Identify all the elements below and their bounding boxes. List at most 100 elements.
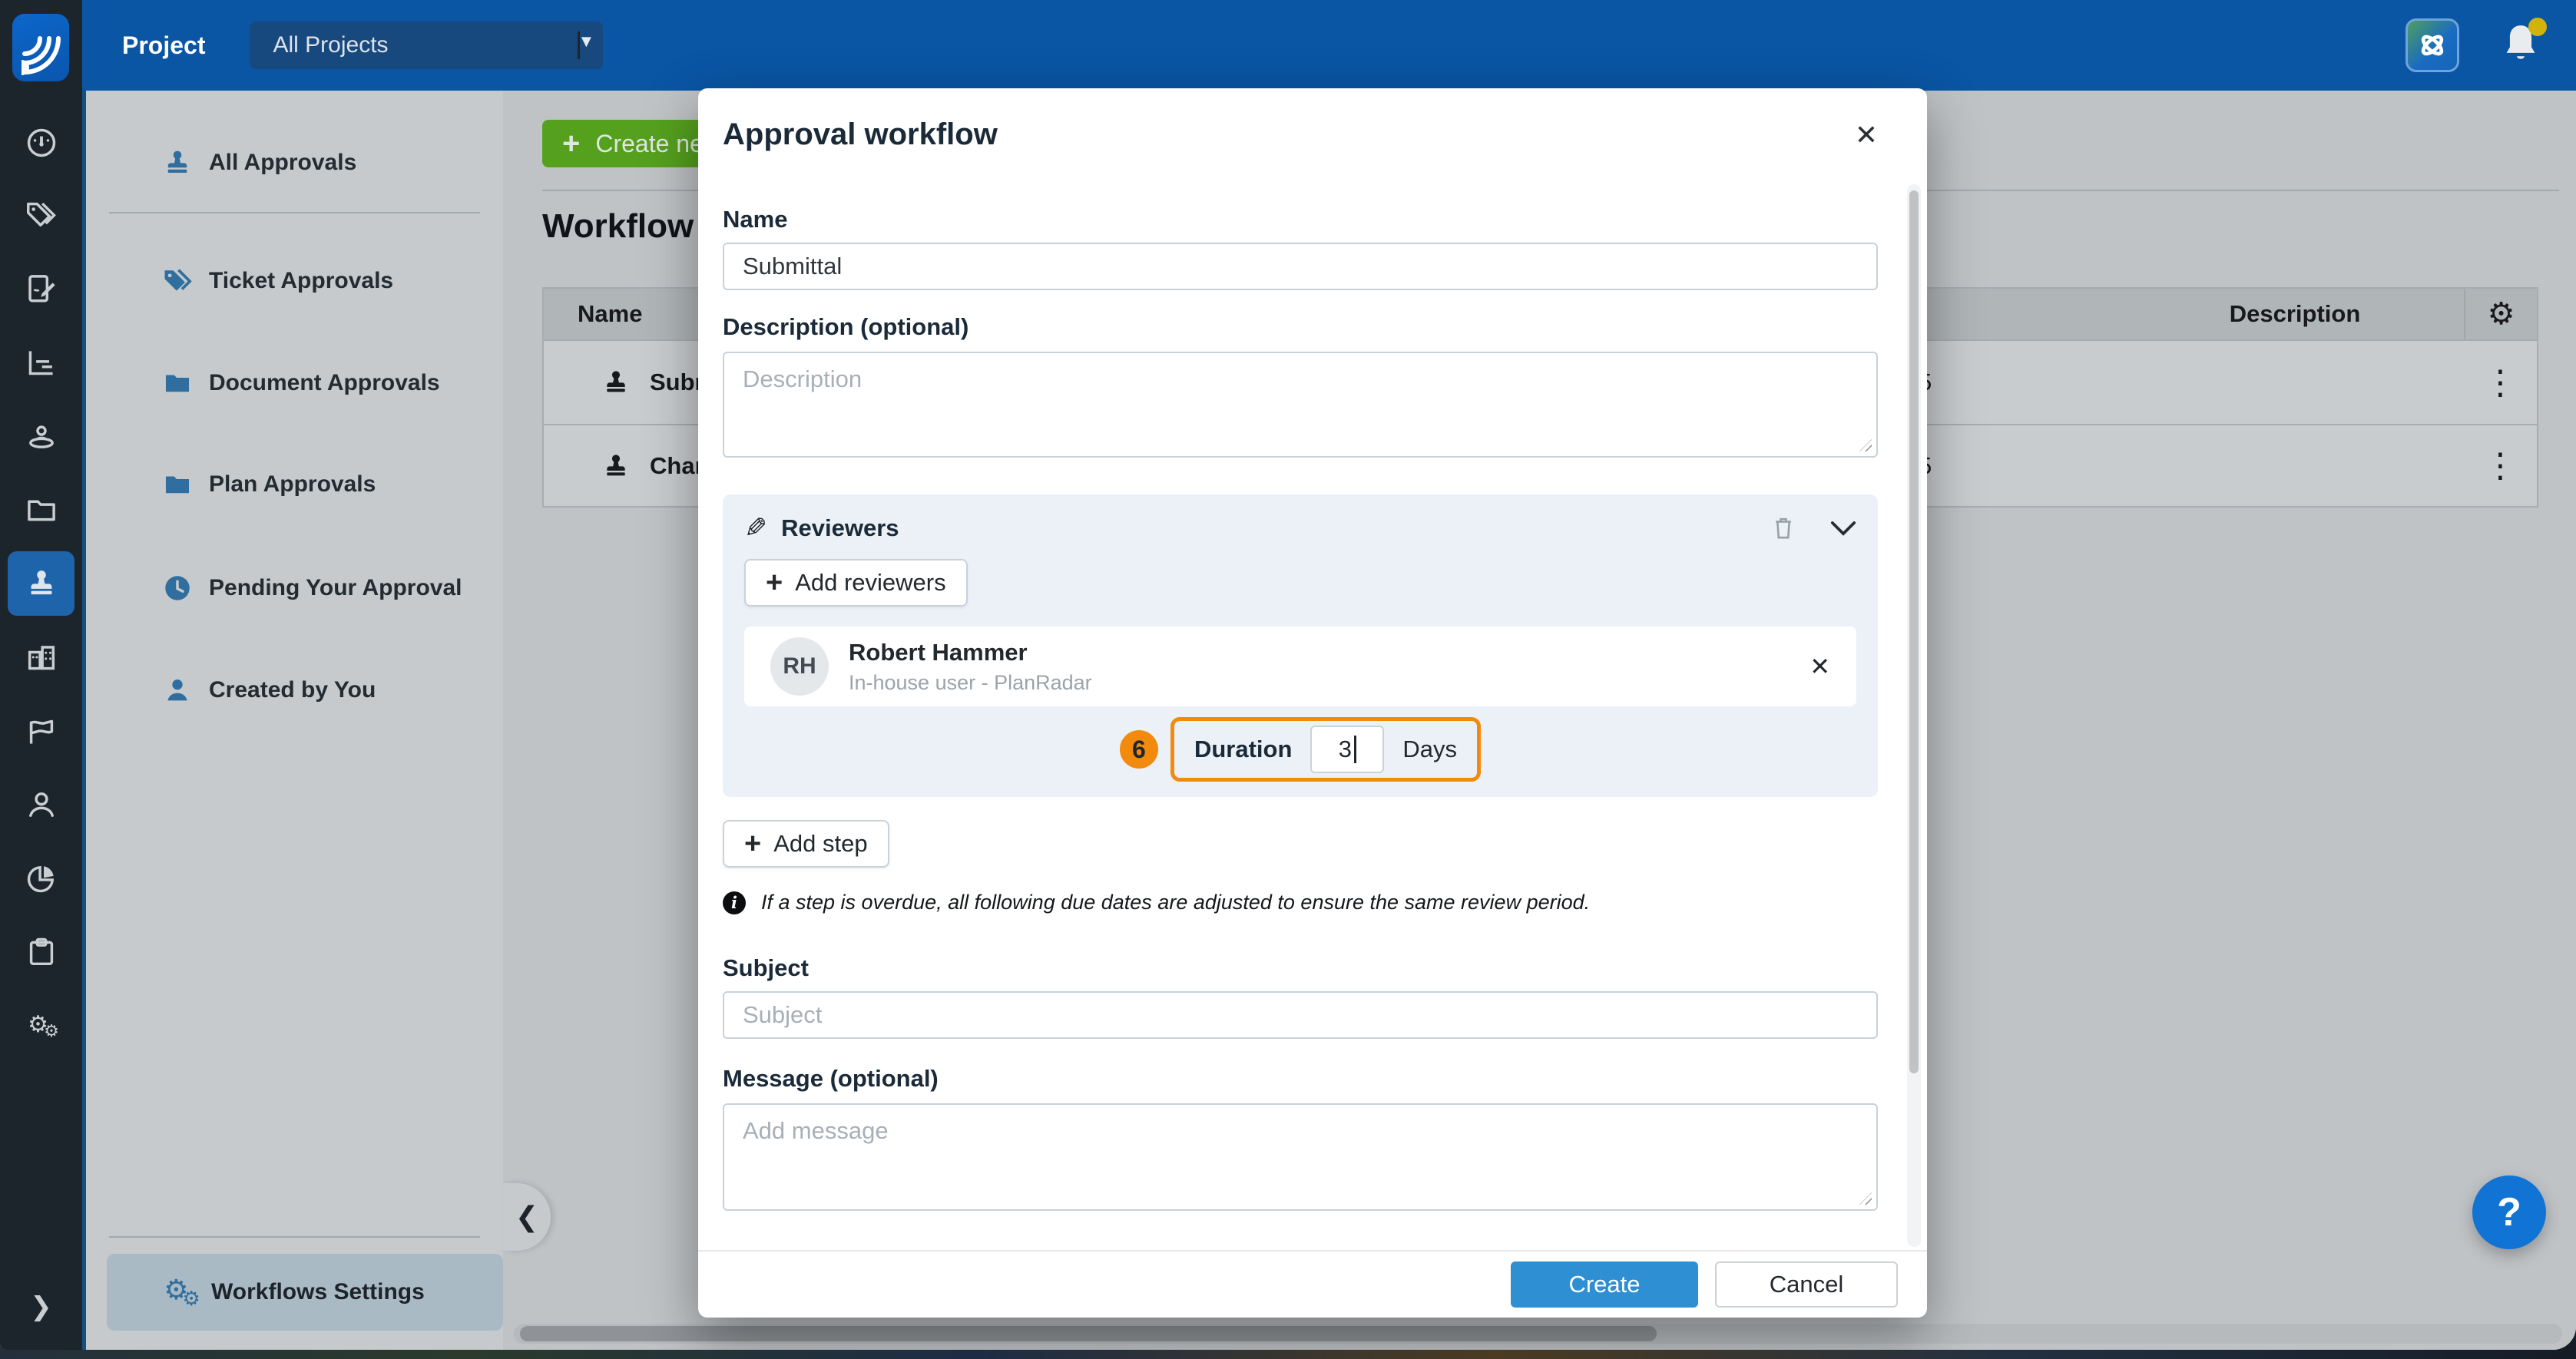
folder-icon — [24, 492, 59, 527]
sidebar-item-ticket-approvals[interactable]: Ticket Approvals — [86, 249, 503, 313]
modal-header: Approval workflow ✕ — [698, 88, 1927, 178]
clipboard-icon — [24, 934, 59, 970]
duration-unit: Days — [1402, 736, 1457, 763]
knot-icon — [2415, 28, 2449, 62]
description-label: Description (optional) — [723, 313, 1878, 341]
close-icon[interactable]: ✕ — [1855, 121, 1878, 149]
sidebar-item-created-by-you[interactable]: Created by You — [86, 658, 503, 722]
pencil-icon[interactable]: ✎ — [744, 512, 767, 544]
stamp-icon — [601, 451, 631, 481]
sidebar-item-document-approvals[interactable]: Document Approvals — [86, 351, 503, 415]
sidebar-divider — [109, 1236, 480, 1238]
reviewers-step-panel: ✎ Reviewers + Add reviewers — [723, 494, 1878, 797]
duration-row: 6 Duration 3 Days — [744, 717, 1856, 782]
remove-reviewer-icon[interactable]: ✕ — [1809, 652, 1830, 681]
create-button[interactable]: Create — [1511, 1261, 1698, 1308]
rail-tasks[interactable] — [0, 920, 82, 984]
help-button[interactable]: ? — [2472, 1175, 2546, 1249]
gear-icon: ⚙ — [2488, 296, 2515, 332]
duration-highlight-box: Duration 3 Days — [1170, 717, 1481, 782]
pie-chart-icon — [24, 861, 59, 896]
rail-dashboard[interactable] — [0, 111, 82, 175]
column-header-description: Description — [2126, 289, 2464, 339]
sidebar-item-label: Pending Your Approval — [209, 575, 462, 601]
tutorial-step-badge: 6 — [1120, 730, 1158, 769]
table-settings-cell[interactable]: ⚙ — [2464, 289, 2537, 339]
name-input[interactable] — [723, 243, 1878, 290]
rail-reports[interactable] — [0, 846, 82, 911]
rail-site-presence[interactable] — [0, 404, 82, 468]
info-note-text: If a step is overdue, all following due … — [761, 891, 1590, 914]
person-icon — [160, 675, 195, 706]
modal-scrollbar-thumb[interactable] — [1909, 190, 1919, 1073]
horizontal-scrollbar-thumb[interactable] — [520, 1326, 1657, 1341]
row-menu-button[interactable]: ⋮ — [2464, 425, 2537, 506]
add-step-label: Add step — [773, 830, 867, 858]
sidebar-item-workflows-settings[interactable]: ⚙⚙ Workflows Settings — [107, 1254, 503, 1331]
rail-approvals-active[interactable] — [8, 551, 74, 616]
sidebar-item-label: All Approvals — [209, 150, 356, 176]
sidebar-item-pending-your-approval[interactable]: Pending Your Approval — [86, 556, 503, 620]
add-reviewers-button[interactable]: + Add reviewers — [744, 559, 968, 607]
sidebar-item-label: Ticket Approvals — [209, 268, 393, 294]
modal-body: Name Description (optional) ✎ Reviewers — [698, 178, 1927, 1250]
horizontal-scrollbar[interactable] — [514, 1324, 2562, 1344]
name-label: Name — [723, 206, 1878, 233]
rail-documents[interactable] — [0, 478, 82, 542]
modal-scrollbar[interactable] — [1907, 184, 1921, 1247]
stamp-icon — [160, 147, 195, 179]
notifications-bell[interactable] — [2501, 21, 2541, 70]
rail-settings[interactable]: ⚙⚙ — [0, 994, 82, 1058]
chevron-left-icon: ❮ — [515, 1201, 538, 1233]
add-step-button[interactable]: + Add step — [723, 820, 889, 868]
kebab-icon: ⋮ — [2484, 446, 2518, 485]
message-label: Message (optional) — [723, 1065, 1878, 1093]
duration-input[interactable]: 3 — [1310, 726, 1384, 773]
chevron-down-icon: ▼ — [578, 31, 580, 59]
rail-contacts[interactable] — [0, 772, 82, 837]
project-selector-value: All Projects — [273, 32, 388, 58]
duration-value: 3 — [1339, 736, 1352, 763]
gauge-icon — [24, 125, 59, 160]
folder-icon — [160, 468, 195, 501]
cancel-button[interactable]: Cancel — [1715, 1261, 1898, 1308]
project-selector[interactable]: All Projects ▼ — [250, 21, 603, 69]
person-pin-icon — [24, 418, 59, 454]
kebab-icon: ⋮ — [2484, 363, 2518, 402]
tags-icon — [24, 197, 59, 233]
add-reviewers-label: Add reviewers — [795, 569, 945, 597]
trash-icon[interactable] — [1770, 514, 1796, 543]
modal-title: Approval workflow — [723, 117, 998, 152]
rail-statistics[interactable] — [0, 330, 82, 395]
chevron-right-icon: ❯ — [30, 1294, 52, 1320]
duration-label: Duration — [1194, 736, 1292, 763]
rail-tickets[interactable] — [0, 183, 82, 247]
chevron-down-icon[interactable] — [1830, 520, 1856, 537]
plus-icon: + — [766, 567, 783, 600]
subject-label: Subject — [723, 954, 1878, 982]
description-textarea[interactable] — [723, 352, 1878, 458]
rail-forms[interactable] — [0, 256, 82, 321]
info-note-row: i If a step is overdue, all following du… — [723, 891, 1878, 914]
reviewer-meta: In-house user - PlanRadar — [849, 671, 1092, 695]
sidebar-item-plan-approvals[interactable]: Plan Approvals — [86, 452, 503, 517]
rail-companies[interactable] — [0, 625, 82, 689]
rail-expand-button[interactable]: ❯ — [0, 1275, 82, 1339]
icon-rail: ⚙⚙ ❯ — [0, 0, 82, 1350]
gears-icon: ⚙⚙ — [28, 1011, 55, 1041]
reviewer-name: Robert Hammer — [849, 639, 1092, 666]
step-panel-header: ✎ Reviewers — [744, 513, 1856, 544]
planradar-logo[interactable] — [12, 14, 69, 81]
tags-icon — [160, 264, 195, 298]
reviewer-card: RH Robert Hammer In-house user - PlanRad… — [744, 627, 1856, 706]
sidebar-item-all-approvals[interactable]: All Approvals — [86, 131, 503, 195]
row-menu-button[interactable]: ⋮ — [2464, 341, 2537, 424]
chart-icon — [24, 345, 59, 380]
rail-flags[interactable] — [0, 700, 82, 765]
sidebar-item-label: Workflows Settings — [211, 1279, 425, 1305]
sidebar-item-label: Document Approvals — [209, 370, 440, 396]
connect-app-icon[interactable] — [2405, 18, 2459, 72]
document-pen-icon — [24, 271, 59, 306]
message-textarea[interactable] — [723, 1103, 1878, 1211]
subject-input[interactable] — [723, 991, 1878, 1039]
